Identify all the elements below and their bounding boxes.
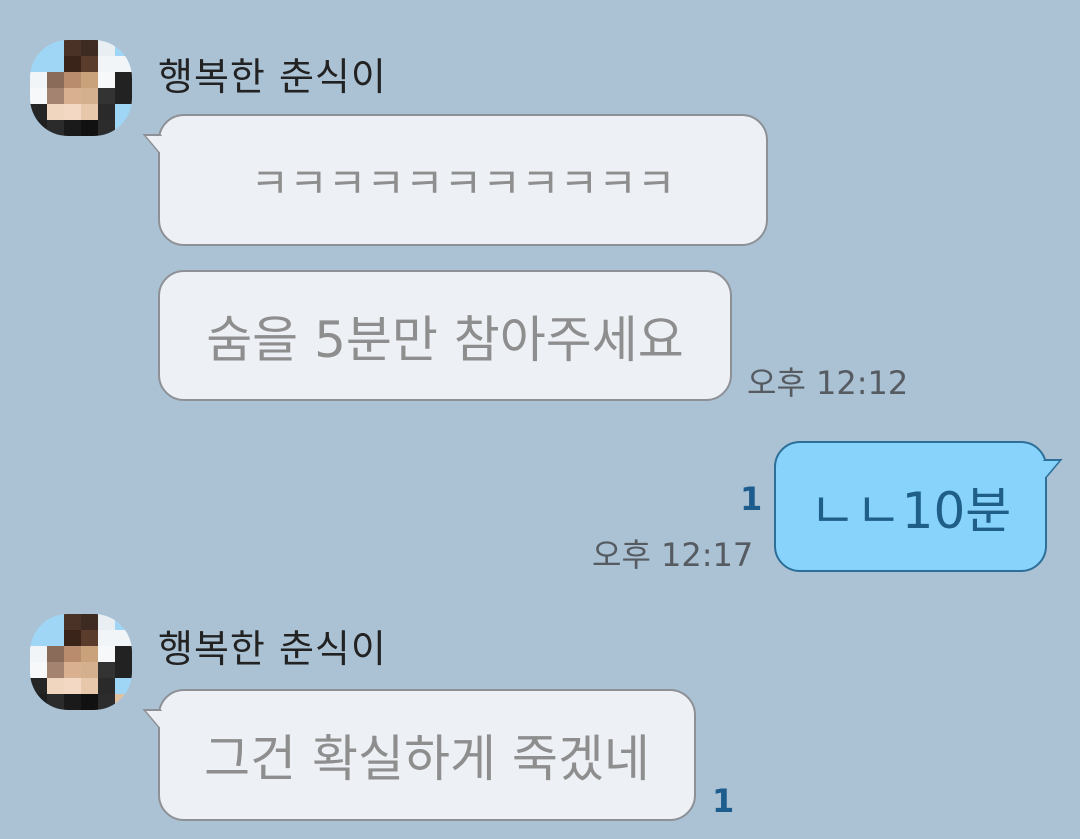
profile-avatar[interactable] xyxy=(30,40,132,136)
message-time: 오후 12:12 xyxy=(747,364,909,402)
sender-name: 행복한 춘식이 xyxy=(158,627,387,671)
sender-name: 행복한 춘식이 xyxy=(158,55,387,99)
message-text: ㅋㅋㅋㅋㅋㅋㅋㅋㅋㅋㅋ xyxy=(250,158,676,208)
message-bubble[interactable]: 그건 확실하게 죽겠네 xyxy=(158,689,696,821)
message-bubble[interactable]: ㅋㅋㅋㅋㅋㅋㅋㅋㅋㅋㅋ xyxy=(158,114,768,246)
message-time: 오후 12:17 xyxy=(592,536,754,574)
message-text: ㄴㄴ10분 xyxy=(809,481,1012,540)
message-text: 그건 확실하게 죽겠네 xyxy=(204,730,650,788)
my-message-bubble[interactable]: ㄴㄴ10분 xyxy=(774,441,1047,572)
unread-count: 1 xyxy=(712,782,735,820)
unread-count: 1 xyxy=(740,480,763,518)
message-bubble[interactable]: 숨을 5분만 참아주세요 xyxy=(158,270,732,401)
profile-avatar[interactable] xyxy=(30,614,132,710)
message-text: 숨을 5분만 참아주세요 xyxy=(206,310,684,369)
